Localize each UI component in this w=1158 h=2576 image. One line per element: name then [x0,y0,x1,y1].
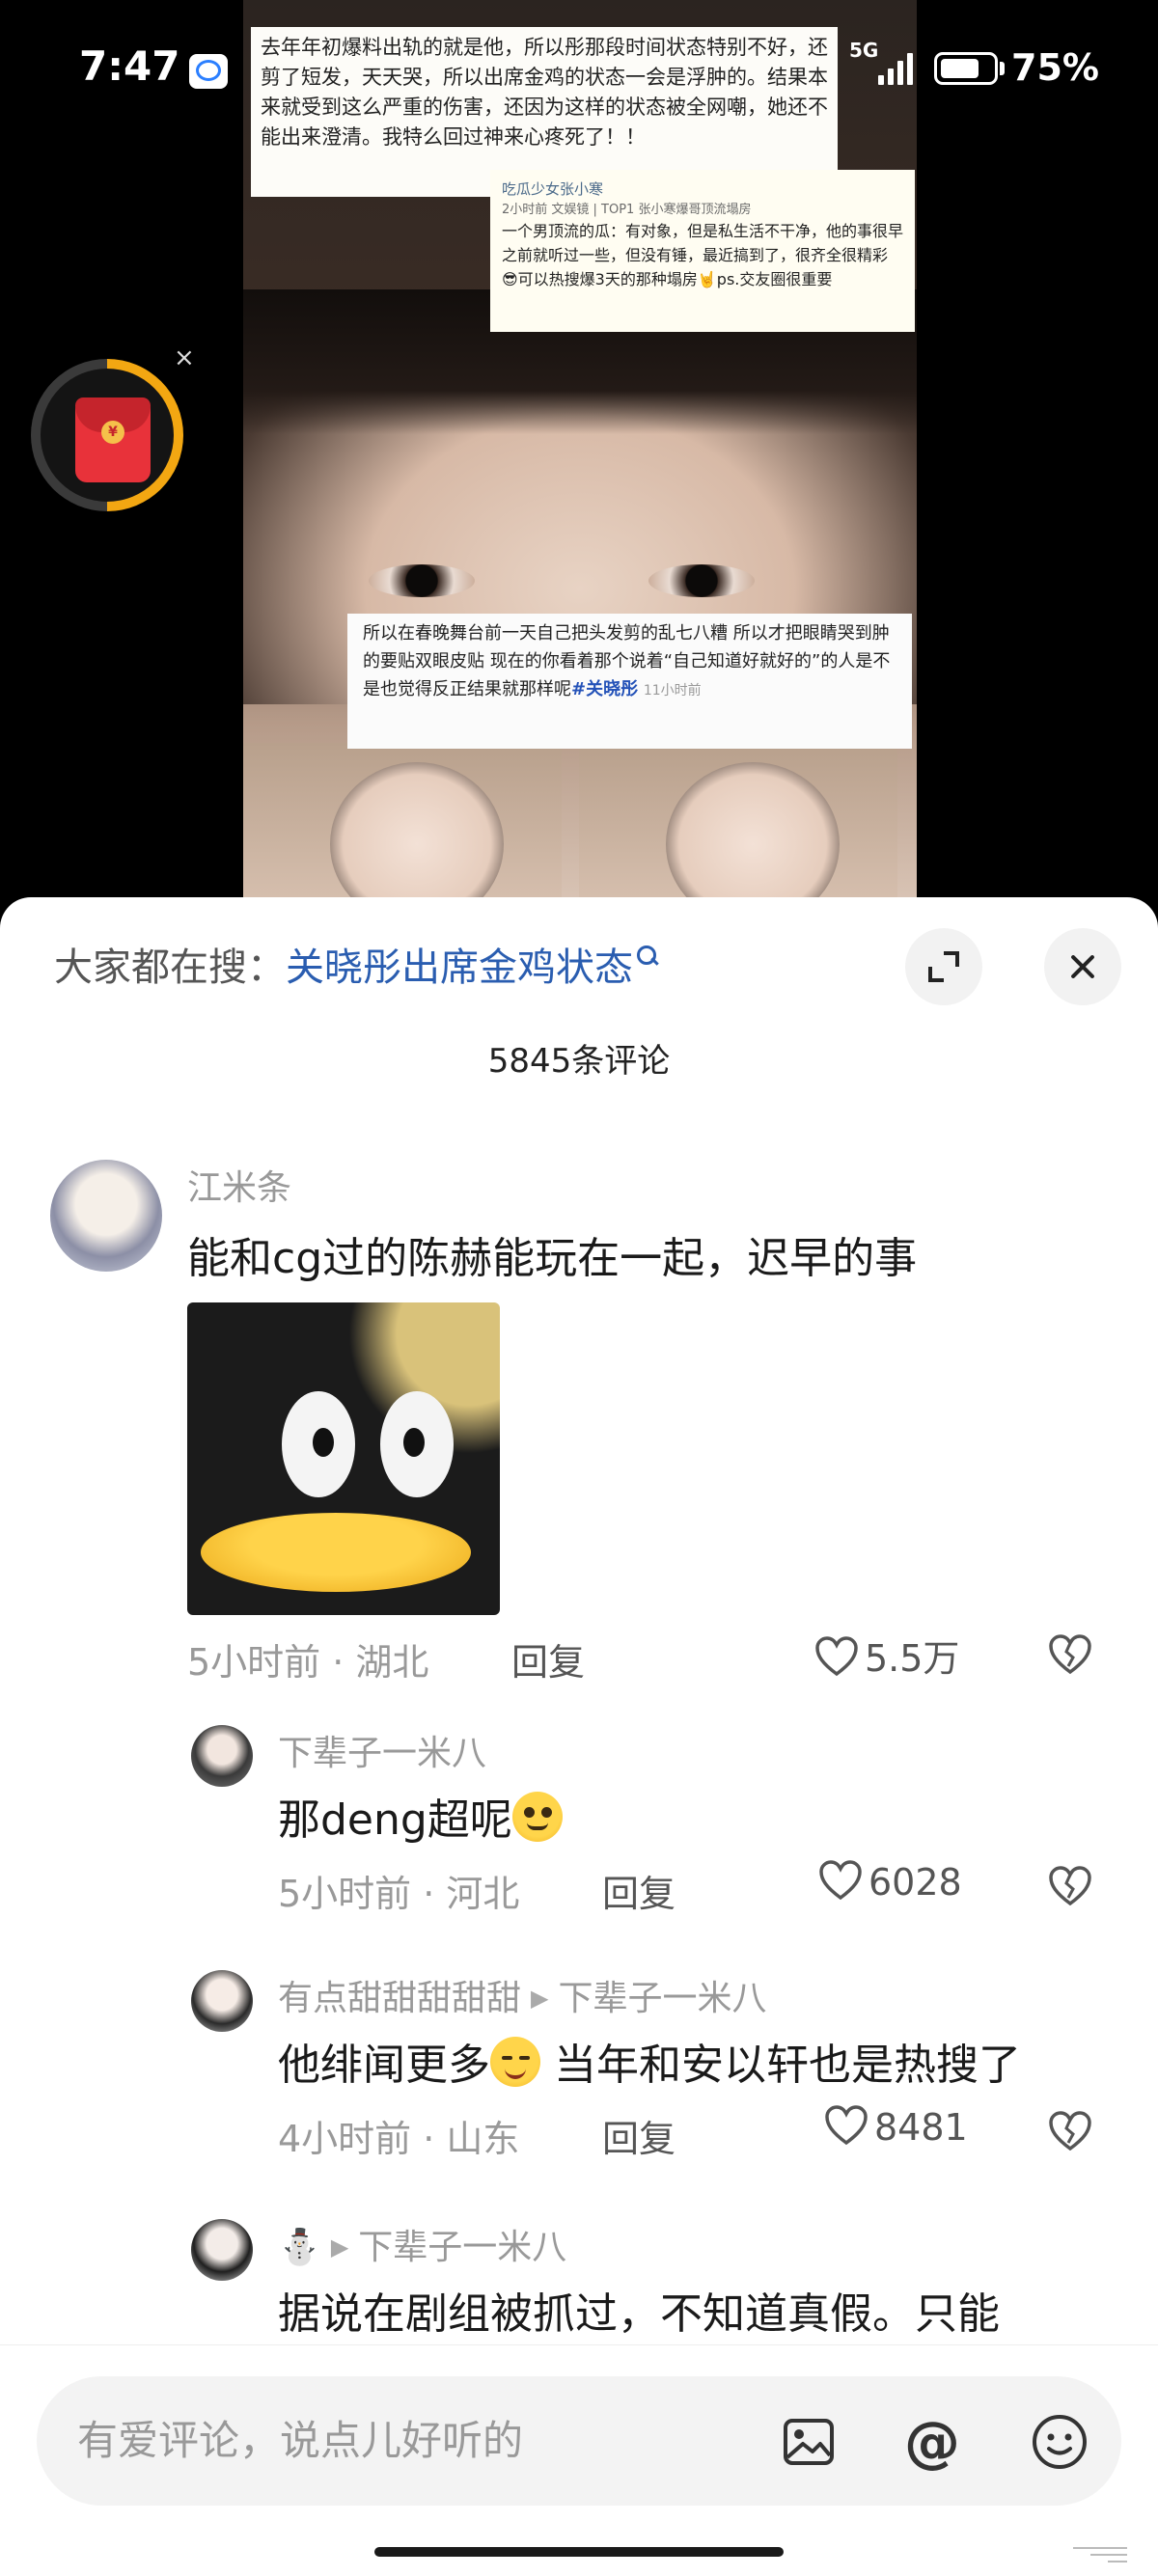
comment-author[interactable]: ⛄ [278,2228,321,2267]
comment-reply-item: ⛄ ▶ 下辈子一米八 据说在剧组被抓过，不知道真假。只能 [0,2219,1158,2344]
network-type: 5G [849,39,879,62]
comment-text-body: 他绯闻更多 [278,2041,490,2090]
comment-sheet: 大家都在搜：关晓彤出席金鸡状态 5845条评论 江米条 能和cg过的陈赫能玩在一… [0,897,1158,2576]
smiling-emoji-icon [511,1792,563,1842]
comment-author[interactable]: 下辈子一米八 [278,1725,486,1775]
battery-icon [934,52,998,85]
signal-icon [878,50,917,85]
status-time: 7:47 [79,42,180,90]
coin-icon: ¥ [101,421,124,444]
heart-icon [815,1636,858,1677]
reply-button[interactable]: 回复 [602,2109,676,2162]
caption-mid-user: 吃瓜少女张小寒 [502,180,604,198]
expand-icon [928,967,944,982]
video-eye-right [648,564,755,597]
close-sheet-button[interactable] [1044,928,1121,1005]
comment-author[interactable]: 江米条 [187,1160,291,1210]
caption-mid-meta: 2小时前 文娱镜 | TOP1 张小寒爆哥顶流塌房 [502,203,752,217]
comment-text-tail: 当年和安以轩也是热搜了 [540,2041,1021,2090]
dislike-heart-icon[interactable] [1048,1634,1092,1675]
resize-handle-icon [1069,2543,1127,2566]
trending-search-hint[interactable]: 大家都在搜：关晓彤出席金鸡状态 [54,936,658,992]
video-caption-mid: 吃瓜少女张小寒 2小时前 文娱镜 | TOP1 张小寒爆哥顶流塌房 一个男顶流的… [490,170,915,332]
mention-icon[interactable]: @ [903,2413,961,2471]
video-photo-left [243,743,562,902]
comment-text-body: 那deng超呢 [278,1795,512,1845]
comment-item: 江米条 能和cg过的陈赫能玩在一起，迟早的事 5小时前 · 湖北 回复 5.5万 [0,1150,1158,1684]
comment-reply-item: 下辈子一米八 那deng超呢 5小时前 · 河北 回复 6028 [0,1725,1158,1957]
penguin-sticker[interactable] [187,1302,500,1615]
comment-text: 据说在剧组被抓过，不知道真假。只能 [278,2289,1000,2339]
battery-percent: 75% [1011,46,1099,89]
comment-text: 那deng超呢 [278,1785,563,1847]
comment-author-line: 有点甜甜甜甜甜 ▶ 下辈子一米八 [278,1970,767,2020]
home-indicator[interactable] [374,2547,784,2557]
comment-author[interactable]: 有点甜甜甜甜甜 [278,1979,521,2018]
dislike-heart-icon[interactable] [1048,2111,1092,2151]
reply-to-author[interactable]: 下辈子一米八 [558,1979,766,2018]
comment-time-location: 5小时前 · 湖北 [187,1641,429,1684]
comment-count: 5845条评论 [487,1042,671,1081]
caption-bottom-time: 11小时前 [643,683,702,699]
comment-sticker-wrap [0,1302,1158,1615]
comment-time-location: 5小时前 · 河北 [278,1873,520,1915]
video-photo-right [579,743,897,902]
avatar[interactable] [50,1160,162,1272]
like-button[interactable]: 6028 [818,1860,962,1904]
caption-hashtag[interactable]: #关晓彤 [571,679,638,699]
reply-button[interactable]: 回复 [511,1632,585,1685]
reply-button[interactable]: 回复 [602,1864,676,1917]
comment-text: 能和cg过的陈赫能玩在一起，迟早的事 [187,1234,918,1283]
red-packet-inner: ¥ [41,369,174,502]
like-count: 8481 [874,2106,968,2149]
reply-to-author[interactable]: 下辈子一米八 [358,2228,566,2267]
search-hint-term[interactable]: 关晓彤出席金鸡状态 [286,945,633,990]
red-packet-close-button[interactable]: × [174,343,195,372]
avatar[interactable] [191,1970,253,2032]
reply-arrow-icon: ▶ [531,1985,549,2012]
reply-arrow-icon: ▶ [330,2233,349,2261]
caption-mid-body: 一个男顶流的瓜：有对象，但是私生活不干净，他的事很早之前就听过一些，但没有锤，最… [502,222,904,288]
red-envelope-icon: ¥ [75,397,151,482]
dislike-heart-icon[interactable] [1048,1866,1092,1906]
video-eye-left [369,564,475,597]
battery-cap [1000,62,1005,75]
red-packet-widget[interactable]: ¥ [31,359,183,511]
search-hint-prefix: 大家都在搜： [54,945,286,990]
video-player[interactable]: 去年年初爆料出轨的就是他，所以彤那段时间状态特别不好，还剪了短发，天天哭，所以出… [0,0,1158,907]
comment-input-bar: @ [0,2344,1158,2576]
expand-button[interactable] [905,928,982,1005]
like-button[interactable]: 5.5万 [814,1629,959,1682]
comment-input[interactable] [77,2413,791,2467]
search-icon [637,945,658,967]
comment-input-container[interactable]: @ [37,2376,1121,2506]
heart-icon [819,1860,862,1901]
image-icon[interactable] [780,2413,838,2471]
like-count: 5.5万 [865,1637,960,1680]
comment-author-line: ⛄ ▶ 下辈子一米八 [278,2219,566,2269]
crying-laugh-emoji-icon [490,2037,540,2087]
like-count: 6028 [868,1861,962,1904]
chat-notification-icon [189,54,228,89]
like-button[interactable]: 8481 [824,2105,968,2149]
emoji-icon[interactable] [1031,2413,1089,2471]
video-caption-bottom: 所以在春晚舞台前一天自己把头发剪的乱七八糟 所以才把眼睛哭到肿的要贴双眼皮贴 现… [347,614,912,749]
heart-icon [825,2105,868,2146]
avatar[interactable] [191,1725,253,1787]
comment-text: 他绯闻更多 当年和安以轩也是热搜了 [278,2030,1021,2092]
comment-reply-item: 有点甜甜甜甜甜 ▶ 下辈子一米八 他绯闻更多 当年和安以轩也是热搜了 4小时前 · … [0,1970,1158,2202]
battery-fill [941,59,979,78]
comment-time-location: 4小时前 · 山东 [278,2118,520,2160]
avatar[interactable] [191,2219,253,2281]
